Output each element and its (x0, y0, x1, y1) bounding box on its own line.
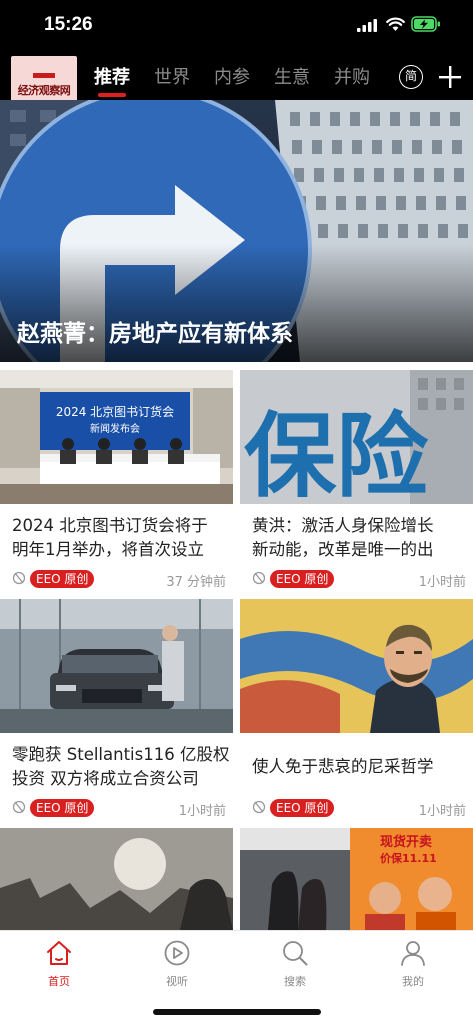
article-title-line1: 使人免于悲哀的尼采哲学 (252, 757, 434, 776)
article-thumbnail: 保险 (240, 370, 473, 504)
article-title-line1: 2024 北京图书订货会将于 (12, 516, 208, 535)
publish-time: 37 分钟前 (166, 575, 226, 590)
eeo-original-badge: EEO 原创 (270, 799, 335, 817)
article-thumbnail (0, 828, 233, 930)
article-meta: EEO 原创 1小时前 (252, 570, 466, 590)
logo-tag (33, 73, 55, 78)
publish-time: 1小时前 (178, 804, 226, 819)
wifi-icon (386, 17, 405, 31)
article-title-line2: 投资 双方将成立合资公司 (12, 769, 199, 788)
home-indicator (153, 1009, 321, 1015)
article-thumbnail: 现货开卖 价保11.11 (240, 828, 473, 930)
simplified-toggle-button[interactable]: 简 (399, 65, 423, 89)
article-card-leapmotor[interactable]: 零跑获 Stellantis116 亿股权 投资 双方将成立合资公司 EEO 原… (0, 599, 233, 821)
article-title-line1: 黄洪：激活人身保险增长 (252, 516, 434, 535)
signal-icon (357, 19, 377, 32)
logo-text: 经济观察网 (17, 84, 71, 97)
eeo-original-icon (252, 800, 266, 814)
eeo-original-icon (12, 571, 26, 585)
channel-tabs: 推荐 世界 内参 生意 并购 (94, 63, 394, 97)
article-card-insurance[interactable]: 保险 黄洪：激活人身保险增长 新动能，改革是唯一的出 EEO 原创 1小时前 (240, 370, 473, 592)
publish-time: 1小时前 (418, 575, 466, 590)
article-meta: EEO 原创 1小时前 (12, 799, 226, 819)
eeo-original-badge: EEO 原创 (30, 570, 95, 588)
article-card-book-fair[interactable]: 2024 北京图书订货会 新闻发布会 2024 北京图书订货会将于 明年1月举办… (0, 370, 233, 592)
article-title-line1: 零跑获 Stellantis116 亿股权 (12, 745, 230, 764)
battery-charging-icon (411, 16, 440, 32)
publish-time: 1小时前 (418, 804, 466, 819)
article-title-line2: 新动能，改革是唯一的出 (252, 540, 434, 559)
article-thumbnail: 2024 北京图书订货会 新闻发布会 (0, 370, 233, 504)
add-channel-icon[interactable] (438, 65, 462, 89)
play-icon (164, 940, 190, 966)
banner-subtext: 新闻发布会 (90, 422, 140, 435)
article-thumbnail (0, 599, 233, 733)
tab-world[interactable]: 世界 (154, 63, 214, 89)
hero-article[interactable]: 赵燕菁：房地产应有新体系 (0, 100, 473, 362)
tab-recommend[interactable]: 推荐 (94, 63, 154, 97)
article-meta: EEO 原创 37 分钟前 (12, 570, 226, 590)
hero-title: 赵燕菁：房地产应有新体系 (17, 321, 293, 347)
eeo-original-icon (252, 571, 266, 585)
article-card-nietzsche[interactable]: 使人免于悲哀的尼采哲学 EEO 原创 1小时前 (240, 599, 473, 821)
tab-home[interactable]: 首页 (29, 939, 89, 989)
article-title-line2: 明年1月举办，将首次设立 (12, 540, 204, 559)
top-nav: 经济观察网 The Economic Observer 推荐 世界 内参 生意 … (0, 52, 473, 122)
tab-media[interactable]: 视听 (147, 939, 207, 989)
profile-icon (401, 941, 425, 966)
search-icon (283, 941, 308, 966)
banner-text: 2024 北京图书订货会 (56, 404, 174, 419)
tab-profile-label: 我的 (402, 975, 424, 988)
article-card-partial-left[interactable] (0, 828, 233, 930)
eeo-original-badge: EEO 原创 (30, 799, 95, 817)
article-meta: EEO 原创 1小时前 (252, 799, 466, 819)
tab-home-label: 首页 (48, 975, 70, 988)
tab-search-label: 搜索 (284, 975, 306, 988)
eeo-original-badge: EEO 原创 (270, 570, 335, 588)
article-card-partial-right[interactable]: 现货开卖 价保11.11 (240, 828, 473, 930)
ad-text-2: 价保11.11 (380, 851, 437, 865)
article-thumbnail (240, 599, 473, 733)
tab-mna[interactable]: 并购 (334, 63, 394, 89)
status-bar: 15:26 (0, 0, 473, 52)
eeo-original-icon (12, 800, 26, 814)
status-time: 15:26 (44, 14, 93, 35)
tab-media-label: 视听 (166, 975, 188, 988)
ad-text-1: 现货开卖 (380, 834, 432, 850)
tab-business[interactable]: 生意 (274, 63, 334, 89)
home-icon (47, 941, 71, 965)
tab-search[interactable]: 搜索 (265, 939, 325, 989)
tab-insider[interactable]: 内参 (214, 63, 274, 89)
insurance-sign-text: 保险 (244, 403, 429, 504)
tab-profile[interactable]: 我的 (383, 939, 443, 989)
